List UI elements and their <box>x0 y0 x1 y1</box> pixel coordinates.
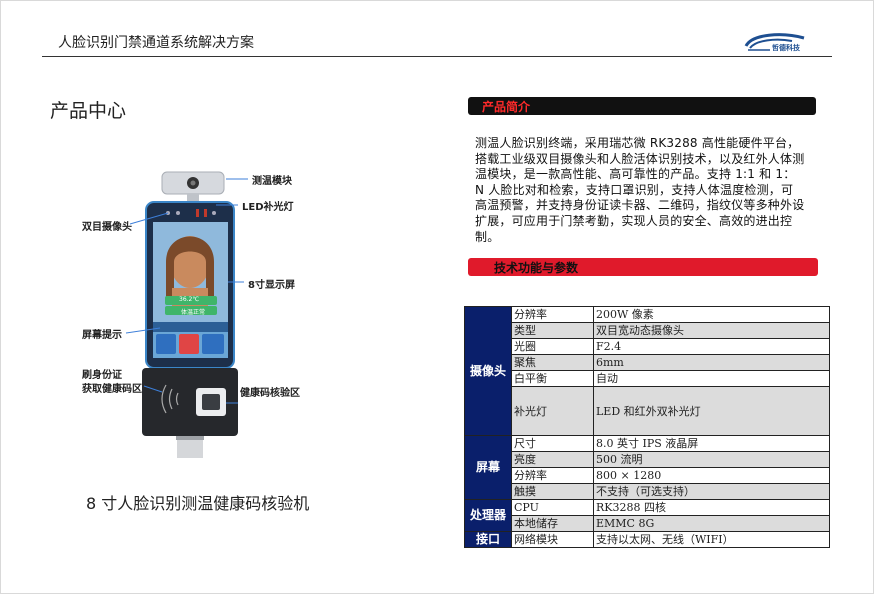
table-row: 触摸 不支持（可选支持） <box>465 483 830 500</box>
spec-label: 补光灯 <box>511 386 594 436</box>
spec-label: 分辨率 <box>511 467 594 484</box>
device-screen-temperature: 36.2℃ <box>179 296 200 303</box>
table-row: 聚焦 6mm <box>465 354 830 371</box>
spec-value: EMMC 8G <box>593 515 830 532</box>
spec-label: 聚焦 <box>511 354 594 371</box>
spec-value: 500 流明 <box>593 451 830 468</box>
spec-value: 双目宽动态摄像头 <box>593 322 830 339</box>
category-interface: 接口 <box>464 531 512 548</box>
table-row: 屏幕 尺寸 8.0 英寸 IPS 液晶屏 <box>464 435 830 500</box>
table-row: 光圈 F2.4 <box>465 338 830 355</box>
spec-label: 光圈 <box>511 338 594 355</box>
spec-label: 尺寸 <box>511 435 594 452</box>
callout-health-code: 健康码核验区 <box>240 388 300 399</box>
device-screen-status: 体温正常 <box>181 309 206 316</box>
spec-value: 8.0 英寸 IPS 液晶屏 <box>593 435 830 452</box>
spec-heading: 技术功能与参数 <box>494 261 579 275</box>
callout-led-fill: LED补光灯 <box>242 202 294 213</box>
spec-value: LED 和红外双补光灯 <box>593 386 830 436</box>
callout-id-card-line2: 获取健康码区 <box>82 384 142 395</box>
spec-value: 自动 <box>593 370 830 387</box>
table-row: 亮度 500 流明 <box>465 451 830 468</box>
spec-label: 触摸 <box>511 483 594 500</box>
spec-label: 本地储存 <box>511 515 594 532</box>
spec-value: 不支持（可选支持） <box>593 483 830 500</box>
table-row: 分辨率 800 × 1280 <box>465 467 830 484</box>
spec-value: 200W 像素 <box>593 306 830 323</box>
spec-table: 摄像头 分辨率 200W 像素 类型 双目宽动态摄像头 光圈 F2.4 聚焦 6… <box>464 306 830 548</box>
spec-label: 类型 <box>511 322 594 339</box>
spec-label: 网络模块 <box>511 531 594 548</box>
table-row: 接口 网络模块 支持以太网、无线（WIFI） <box>464 531 830 548</box>
spec-value: 6mm <box>593 354 830 371</box>
table-row: 补光灯 LED 和红外双补光灯 <box>465 386 830 436</box>
spec-label: CPU <box>511 499 594 516</box>
table-row: 处理器 CPU RK3288 四核 <box>464 499 830 532</box>
table-row: 本地储存 EMMC 8G <box>465 515 830 532</box>
table-row: 类型 双目宽动态摄像头 <box>465 322 830 339</box>
spec-value: 支持以太网、无线（WIFI） <box>593 531 830 548</box>
callout-dual-camera: 双目摄像头 <box>82 222 132 233</box>
intro-heading-bar: 产品简介 <box>468 97 816 115</box>
intro-heading: 产品简介 <box>482 100 531 114</box>
spec-heading-bar: 技术功能与参数 <box>468 258 818 276</box>
spec-label: 亮度 <box>511 451 594 468</box>
spec-value: 800 × 1280 <box>593 467 830 484</box>
product-caption: 8 寸人脸识别测温健康码核验机 <box>86 494 310 513</box>
callout-display: 8寸显示屏 <box>248 280 295 291</box>
callout-screen-tip: 屏幕提示 <box>82 330 122 341</box>
callout-id-card-line1: 刷身份证 <box>82 370 122 381</box>
category-camera: 摄像头 <box>464 306 512 436</box>
table-row: 白平衡 自动 <box>465 370 830 387</box>
spec-value: F2.4 <box>593 338 830 355</box>
spec-label: 白平衡 <box>511 370 594 387</box>
table-row: 摄像头 分辨率 200W 像素 <box>464 306 830 436</box>
intro-paragraph: 测温人脸识别终端，采用瑞芯微 RK3288 高性能硬件平台，搭载工业级双目摄像头… <box>475 136 805 244</box>
category-processor: 处理器 <box>464 499 512 532</box>
category-screen: 屏幕 <box>464 435 512 500</box>
callout-temp-module: 测温模块 <box>252 176 292 187</box>
spec-label: 分辨率 <box>511 306 594 323</box>
spec-value: RK3288 四核 <box>593 499 830 516</box>
